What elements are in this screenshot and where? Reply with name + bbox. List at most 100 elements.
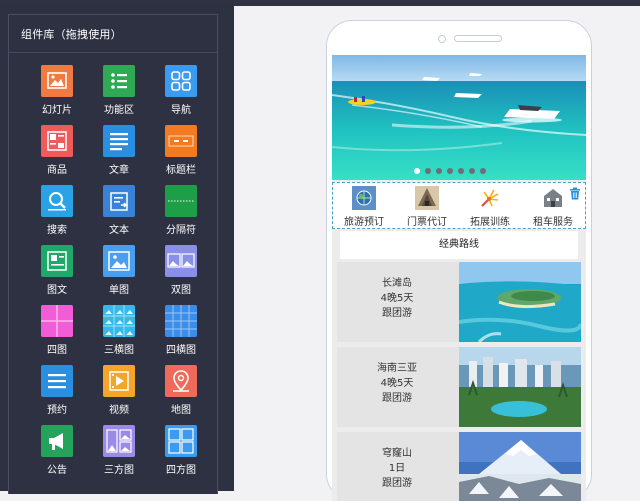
component-slideshow[interactable]: 幻灯片	[33, 65, 81, 125]
component-label: 搜索	[47, 225, 67, 236]
nav-item-globe[interactable]: 旅游预订	[333, 183, 395, 229]
component-label: 图文	[47, 285, 67, 296]
route-image	[459, 347, 581, 427]
divider-icon	[165, 185, 197, 217]
slideshow-icon	[41, 65, 73, 97]
component-sidebar: 组件库（拖拽使用） 幻灯片 功能区 导航 商品 文章 标题栏 搜索 文本 分隔符 图文 单图 双图 四图…	[0, 6, 234, 494]
component-label: 标题栏	[166, 165, 196, 176]
nav-item-temple[interactable]: 门票代订	[396, 183, 458, 229]
text-icon	[103, 185, 135, 217]
function-list-icon	[103, 65, 135, 97]
banner-dot[interactable]	[425, 168, 431, 174]
image-text-icon	[41, 245, 73, 277]
component-four-image[interactable]: 四图	[33, 305, 81, 365]
banner-slideshow[interactable]	[332, 55, 586, 180]
component-text[interactable]: 文本	[95, 185, 143, 245]
banner-dot[interactable]	[458, 168, 464, 174]
component-label: 四方图	[166, 465, 196, 476]
component-function-list[interactable]: 功能区	[95, 65, 143, 125]
globe-icon	[352, 186, 376, 210]
routes-heading: 经典路线	[340, 231, 578, 259]
component-label: 分隔符	[166, 225, 196, 236]
component-label: 三横图	[104, 345, 134, 356]
banner-dot[interactable]	[436, 168, 442, 174]
component-four-row-image[interactable]: 四横图	[157, 305, 205, 365]
route-type: 跟团游	[382, 393, 412, 404]
video-icon	[103, 365, 135, 397]
component-booking[interactable]: 预约	[33, 365, 81, 425]
component-map-pin[interactable]: 地图	[157, 365, 205, 425]
fireworks-icon	[478, 186, 502, 210]
route-info: 海南三亚 4晚5天跟团游	[337, 361, 457, 406]
route-card[interactable]: 海南三亚 4晚5天跟团游	[337, 347, 581, 427]
nav-item-building[interactable]: 租车服务	[522, 183, 584, 229]
component-three-row-image[interactable]: 三横图	[95, 305, 143, 365]
product-icon	[41, 125, 73, 157]
route-type: 跟团游	[382, 478, 412, 489]
component-nav-grid[interactable]: 导航	[157, 65, 205, 125]
component-label: 四横图	[166, 345, 196, 356]
route-duration: 1日	[388, 463, 406, 474]
nav-item-label: 租车服务	[533, 217, 573, 228]
route-name: 穹窿山	[382, 448, 412, 459]
component-label: 单图	[109, 285, 129, 296]
component-three-grid-image[interactable]: 三方图	[95, 425, 143, 485]
component-label: 公告	[47, 465, 67, 476]
panel-divider	[9, 52, 217, 53]
three-grid-image-icon	[103, 425, 135, 457]
component-label: 三方图	[104, 465, 134, 476]
four-row-image-icon	[165, 305, 197, 337]
component-product[interactable]: 商品	[33, 125, 81, 185]
route-info: 长滩岛 4晚5天 跟团游	[337, 276, 457, 321]
phone-camera	[438, 35, 446, 43]
banner-dot[interactable]	[414, 168, 420, 174]
component-label: 功能区	[104, 105, 134, 116]
megaphone-icon	[41, 425, 73, 457]
temple-icon	[415, 186, 439, 210]
route-name: 海南三亚	[377, 363, 417, 374]
component-image-text[interactable]: 图文	[33, 245, 81, 305]
nav-item-label: 旅游预订	[344, 217, 384, 228]
component-four-grid-image[interactable]: 四方图	[157, 425, 205, 485]
component-label: 文章	[109, 165, 129, 176]
route-type: 跟团游	[382, 308, 412, 319]
component-video[interactable]: 视频	[95, 365, 143, 425]
route-duration: 4晚5天	[380, 378, 414, 389]
component-label: 视频	[109, 405, 129, 416]
banner-dot[interactable]	[447, 168, 453, 174]
booking-icon	[41, 365, 73, 397]
banner-dot[interactable]	[480, 168, 486, 174]
component-label: 四图	[47, 345, 67, 356]
map-pin-icon	[165, 365, 197, 397]
quick-nav-bar[interactable]: 旅游预订 门票代订 拓展训练 租车服务	[332, 182, 586, 229]
article-icon	[103, 125, 135, 157]
banner-pagination	[414, 168, 486, 174]
building-icon	[541, 186, 565, 210]
preview-canvas: 旅游预订 门票代订 拓展训练 租车服务 经典路线 长滩岛 4晚5天 跟团游 海南三亚 4晚5天…	[234, 6, 640, 501]
component-megaphone[interactable]: 公告	[33, 425, 81, 485]
component-titlebar[interactable]: 标题栏	[157, 125, 205, 185]
double-image-icon	[165, 245, 197, 277]
component-search[interactable]: 搜索	[33, 185, 81, 245]
component-single-image[interactable]: 单图	[95, 245, 143, 305]
component-double-image[interactable]: 双图	[157, 245, 205, 305]
component-label: 导航	[171, 105, 191, 116]
titlebar-icon	[165, 125, 197, 157]
phone-frame: 旅游预订 门票代订 拓展训练 租车服务 经典路线 长滩岛 4晚5天 跟团游 海南三亚 4晚5天…	[326, 20, 592, 501]
nav-grid-icon	[165, 65, 197, 97]
component-label: 预约	[47, 405, 67, 416]
route-card[interactable]: 长滩岛 4晚5天 跟团游	[337, 262, 581, 342]
four-grid-image-icon	[165, 425, 197, 457]
component-label: 商品	[47, 165, 67, 176]
nav-item-fireworks[interactable]: 拓展训练	[459, 183, 521, 229]
route-name: 长滩岛	[382, 278, 412, 289]
component-label: 地图	[171, 405, 191, 416]
banner-dot[interactable]	[469, 168, 475, 174]
banner-image	[332, 55, 586, 180]
component-label: 文本	[109, 225, 129, 236]
component-article[interactable]: 文章	[95, 125, 143, 185]
route-info: 穹窿山 1日跟团游	[337, 446, 457, 491]
four-image-icon	[41, 305, 73, 337]
nav-item-label: 拓展训练	[470, 217, 510, 228]
component-divider[interactable]: 分隔符	[157, 185, 205, 245]
